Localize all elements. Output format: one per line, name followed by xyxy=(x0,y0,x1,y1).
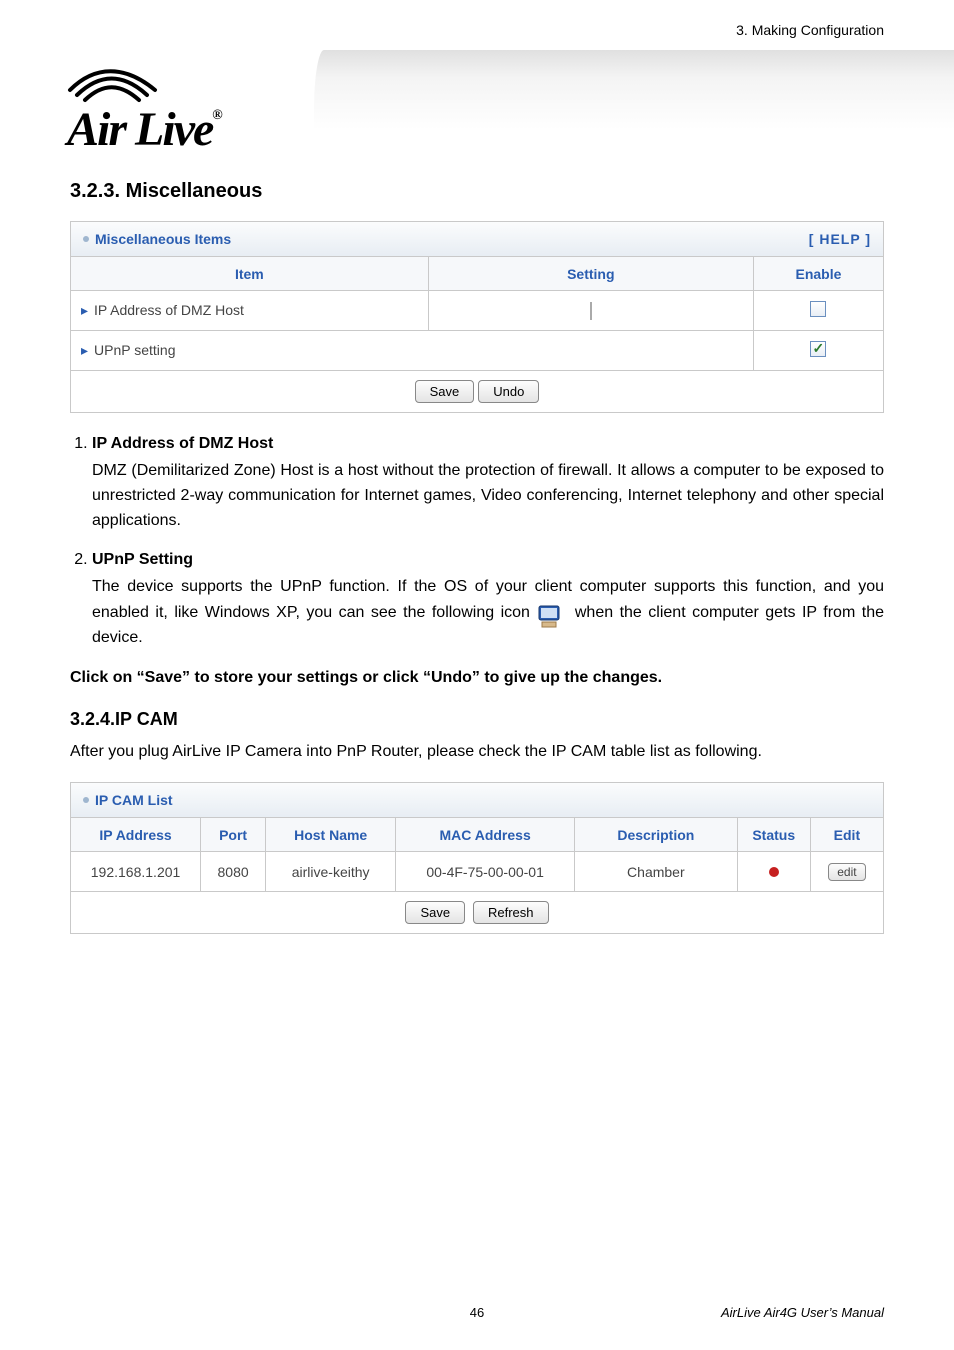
upnp-enable-checkbox[interactable] xyxy=(810,341,826,357)
cell-desc-link[interactable]: Chamber xyxy=(575,852,738,892)
misc-items-table: Miscellaneous Items [ HELP ] Item Settin… xyxy=(70,221,884,413)
col-item: Item xyxy=(71,257,429,291)
edit-button[interactable]: edit xyxy=(828,863,865,881)
panel-title-text: Miscellaneous Items xyxy=(95,231,231,247)
dmz-host-input[interactable] xyxy=(590,302,592,320)
row-upnp-label: ▸UPnP setting xyxy=(71,331,754,371)
undo-button[interactable]: Undo xyxy=(478,380,539,403)
save-instruction: Click on “Save” to store your settings o… xyxy=(70,669,884,687)
cell-mac: 00-4F-75-00-00-01 xyxy=(396,852,575,892)
panel-title-ipcam: IP CAM List xyxy=(83,792,173,808)
upnp-device-icon xyxy=(536,604,562,630)
chapter-label: 3. Making Configuration xyxy=(736,22,884,38)
ipcam-refresh-button[interactable]: Refresh xyxy=(473,901,549,924)
cell-host: airlive-keithy xyxy=(266,852,396,892)
ipcam-save-button[interactable]: Save xyxy=(405,901,465,924)
item1-title: IP Address of DMZ Host xyxy=(92,435,273,452)
brand-logo: Air Live® xyxy=(65,55,305,150)
ipcam-intro: After you plug AirLive IP Camera into Pn… xyxy=(70,740,884,764)
ipcam-table: IP CAM List IP Address Port Host Name MA… xyxy=(70,782,884,934)
header-stripe xyxy=(314,50,954,130)
logo-text: Air Live xyxy=(67,103,212,156)
col-edit: Edit xyxy=(810,818,883,852)
col-port: Port xyxy=(201,818,266,852)
bullet-icon xyxy=(83,797,89,803)
col-setting: Setting xyxy=(428,257,753,291)
dmz-enable-checkbox[interactable] xyxy=(810,301,826,317)
cell-port: 8080 xyxy=(201,852,266,892)
status-dot-icon xyxy=(769,867,779,877)
cell-ip: 192.168.1.201 xyxy=(71,852,201,892)
col-host: Host Name xyxy=(266,818,396,852)
panel-title-misc: Miscellaneous Items xyxy=(83,231,231,247)
col-desc: Description xyxy=(575,818,738,852)
col-enable: Enable xyxy=(753,257,883,291)
section-heading-ipcam: 3.2.4.IP CAM xyxy=(70,709,884,730)
col-mac: MAC Address xyxy=(396,818,575,852)
section-heading-misc: 3.2.3. Miscellaneous xyxy=(70,180,884,203)
item1-body: DMZ (Demilitarized Zone) Host is a host … xyxy=(92,459,884,533)
item2-title: UPnP Setting xyxy=(92,551,193,568)
explanation-list: IP Address of DMZ Host DMZ (Demilitarize… xyxy=(92,435,884,651)
item2-body: The device supports the UPnP function. I… xyxy=(92,575,884,651)
col-ip: IP Address xyxy=(71,818,201,852)
col-status: Status xyxy=(737,818,810,852)
save-button[interactable]: Save xyxy=(415,380,475,403)
row-dmz-label: ▸IP Address of DMZ Host xyxy=(71,291,429,331)
bullet-icon xyxy=(83,236,89,242)
registered-icon: ® xyxy=(212,108,220,123)
help-link[interactable]: [ HELP ] xyxy=(809,231,871,247)
footer-manual-title: AirLive Air4G User’s Manual xyxy=(721,1305,884,1320)
panel-title-text: IP CAM List xyxy=(95,792,173,808)
